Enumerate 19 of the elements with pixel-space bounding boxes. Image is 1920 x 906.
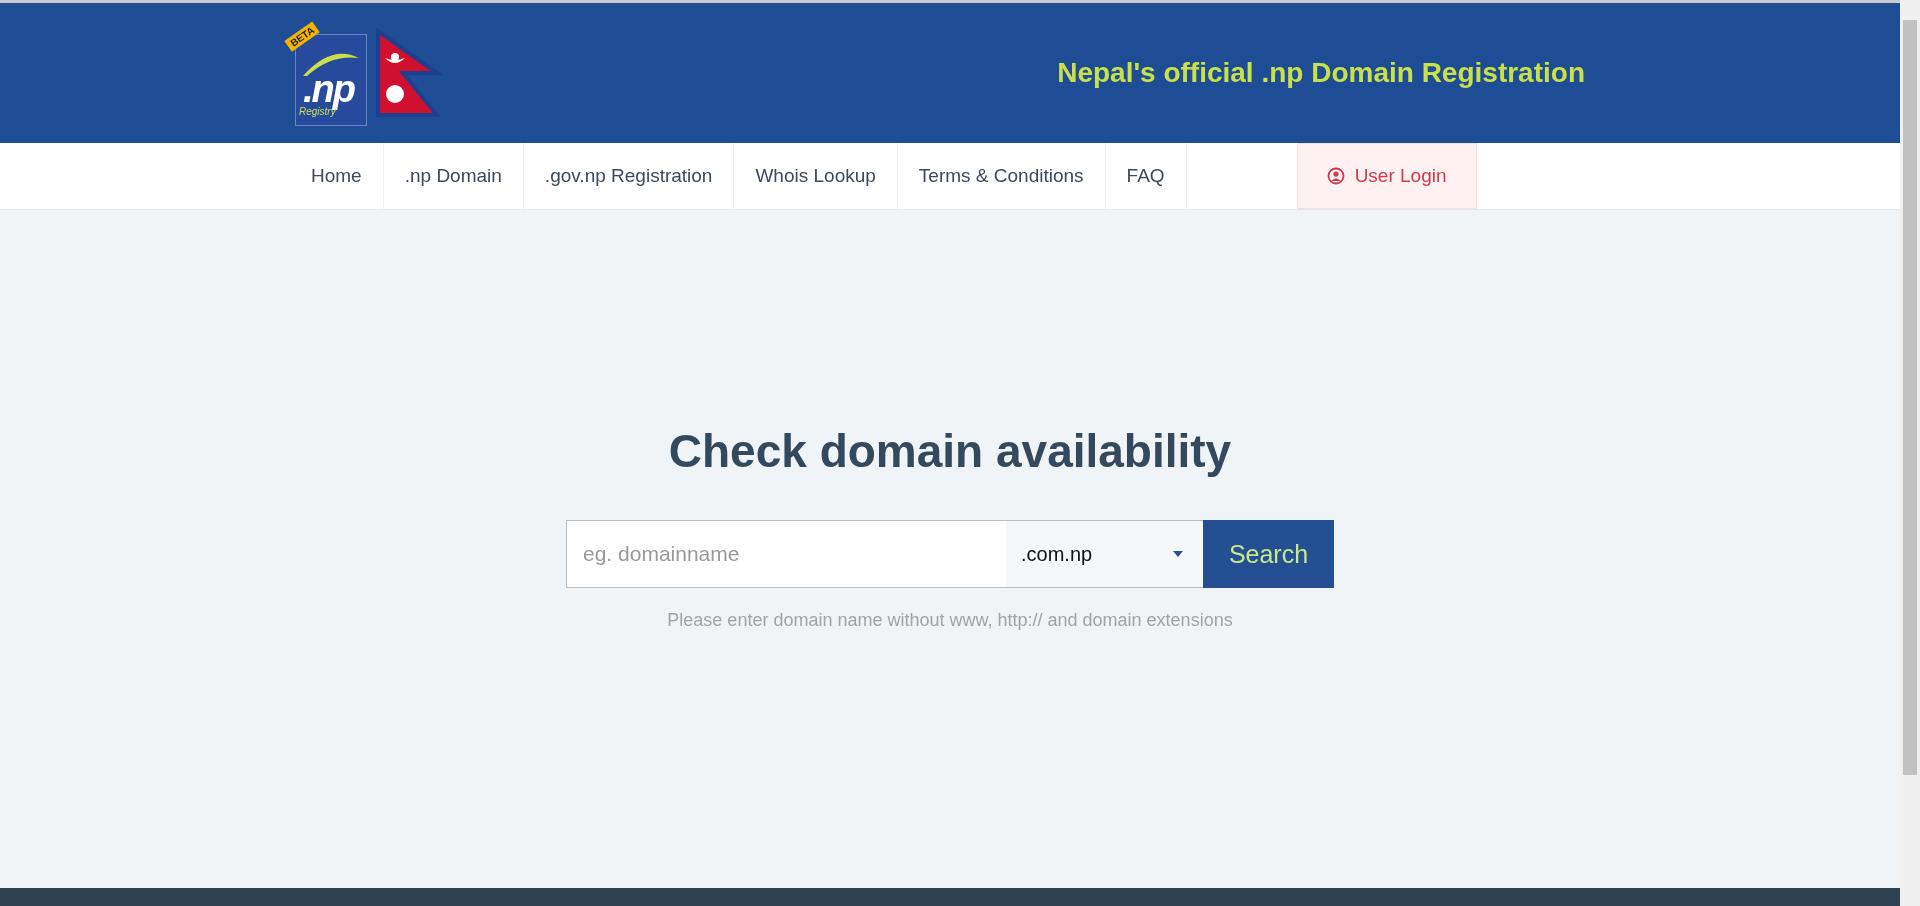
nav-link[interactable]: .gov.np Registration (523, 143, 735, 209)
nav-link[interactable]: Whois Lookup (734, 143, 898, 209)
user-icon (1326, 167, 1345, 185)
site-tagline: Nepal's official .np Domain Registration (1057, 57, 1585, 89)
scrollbar[interactable] (1900, 0, 1920, 906)
search-button[interactable]: Search (1203, 520, 1334, 588)
flag-icon (375, 28, 445, 118)
caret-icon (1173, 551, 1183, 557)
domain-input-field[interactable]: eg. domainname (566, 520, 1006, 588)
nav-link[interactable]: Terms & Conditions (897, 143, 1106, 209)
hint-text: Please enter domain name without www, http:// and domain extensions (667, 610, 1233, 631)
user-login-button[interactable]: User Login (1296, 143, 1477, 209)
extension-select[interactable]: .com.np (1006, 520, 1203, 588)
nav-link[interactable]: .np Domain (383, 143, 524, 209)
scrollbar-thumb[interactable] (1903, 20, 1917, 775)
nav-link[interactable]: FAQ (1105, 143, 1187, 209)
nav-link[interactable]: Home (290, 143, 384, 209)
page-heading: Check domain availability (668, 424, 1232, 478)
logo-mark: .np (303, 70, 354, 108)
